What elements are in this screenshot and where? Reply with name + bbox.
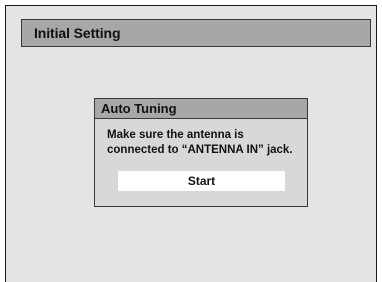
dialog-message: Make sure the antenna is connected to “A… <box>107 128 307 158</box>
start-button[interactable]: Start <box>118 171 285 191</box>
setup-screen: Initial Setting Auto Tuning Make sure th… <box>5 5 377 282</box>
dialog-message-line-2: connected to “ANTENNA IN” jack. <box>107 144 293 156</box>
page-title: Initial Setting <box>34 25 121 41</box>
dialog-message-line-1: Make sure the antenna is <box>107 129 244 141</box>
dialog-title: Auto Tuning <box>101 101 177 116</box>
dialog-header: Auto Tuning <box>95 99 307 119</box>
title-bar: Initial Setting <box>21 19 371 47</box>
auto-tuning-dialog: Auto Tuning Make sure the antenna is con… <box>94 98 308 207</box>
